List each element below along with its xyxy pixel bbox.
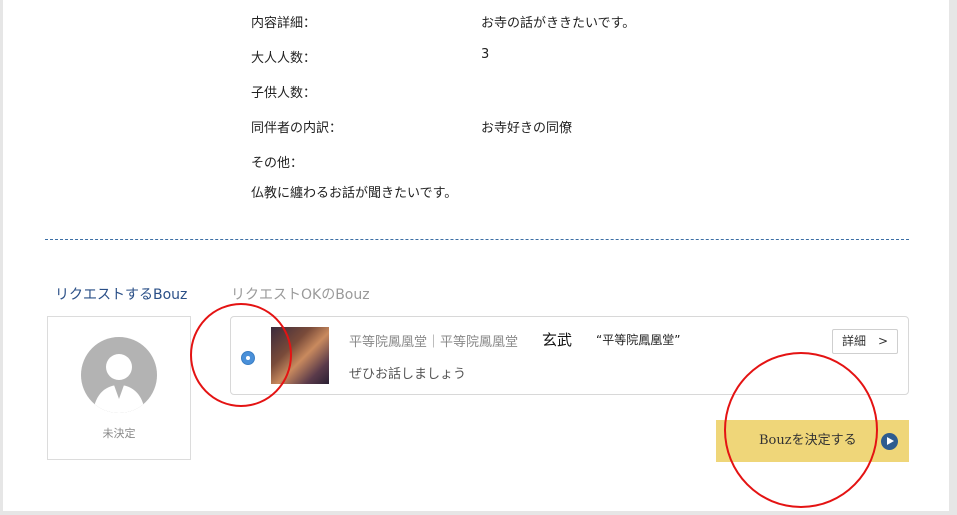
play-arrow-icon — [881, 433, 898, 450]
bouz-select-radio[interactable] — [241, 351, 255, 365]
section-divider — [45, 239, 909, 240]
bouz-name: 玄武 — [542, 331, 573, 349]
bouz-message: ぜひお話しましょう — [349, 367, 467, 382]
bouz-quote: “平等院鳳凰堂” — [596, 333, 681, 347]
other-text: 仏教に纏わるお話が聞きたいです。 — [251, 186, 458, 201]
bouz-photo — [271, 327, 329, 384]
avatar-placeholder-icon — [81, 337, 157, 413]
decide-bouz-button[interactable]: Bouzを決定する — [716, 420, 909, 462]
request-bouz-title: リクエストするBouz — [55, 287, 188, 303]
detail-value: お寺の話がききたいです。 — [481, 16, 636, 31]
ok-bouz-title: リクエストOKのBouz — [231, 287, 370, 303]
detail-label: 子供人数： — [251, 86, 317, 101]
detail-label: その他： — [251, 156, 304, 171]
bouz-temple: 平等院鳳凰堂｜平等院鳳凰堂 — [349, 335, 519, 350]
detail-button[interactable]: 詳細 > — [832, 329, 898, 354]
detail-value: お寺好きの同僚 — [481, 121, 573, 136]
bouz-card[interactable]: 平等院鳳凰堂｜平等院鳳凰堂 玄武 “平等院鳳凰堂” ぜひお話しましょう 詳細 > — [230, 316, 909, 395]
detail-value: 3 — [481, 47, 490, 62]
decide-button-label: Bouzを決定する — [759, 433, 857, 448]
detail-label: 大人人数： — [251, 51, 317, 66]
detail-label: 同伴者の内訳： — [251, 121, 343, 136]
request-bouz-slot: 未決定 — [47, 316, 191, 460]
detail-label: 内容詳細： — [251, 16, 317, 31]
undecided-label: 未決定 — [102, 427, 136, 440]
page-container: 内容詳細： お寺の話がききたいです。 大人人数： 3 子供人数： 同伴者の内訳：… — [3, 0, 949, 511]
